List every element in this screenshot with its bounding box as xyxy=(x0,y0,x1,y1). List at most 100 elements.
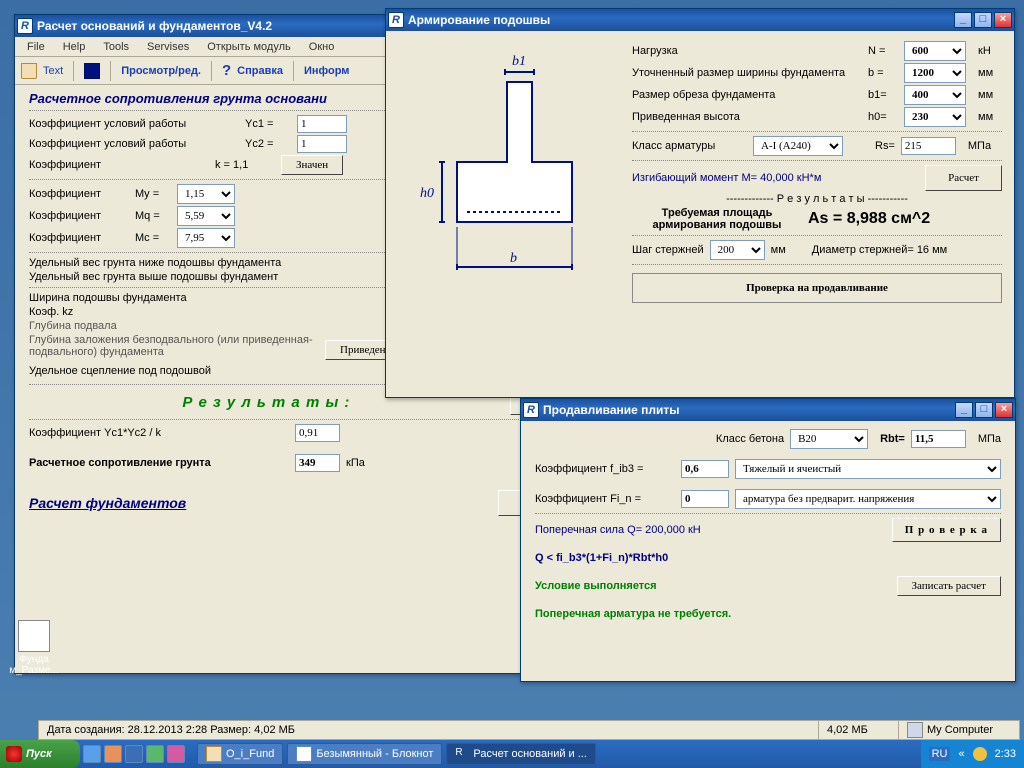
start-button[interactable]: Пуск xyxy=(0,740,80,768)
menu-file[interactable]: File xyxy=(19,39,53,55)
tray-icon[interactable]: « xyxy=(958,748,964,760)
desktop-icon-label[interactable]: Фунда м_Разме... xyxy=(4,620,64,676)
punch-titlebar[interactable]: R Продавливание плиты _ □ × xyxy=(521,399,1015,421)
rs-input[interactable] xyxy=(901,137,956,155)
mc-sym: Mc = xyxy=(135,232,171,244)
moment-label: Изгибающий момент M= 40,000 кН*м xyxy=(632,172,919,184)
clock[interactable]: 2:33 xyxy=(995,748,1016,760)
minimize-button[interactable]: _ xyxy=(955,402,973,418)
start-label: Пуск xyxy=(26,748,52,760)
fin-select[interactable]: арматура без предварит. напряжения xyxy=(735,489,1001,509)
no-reinforcement-label: Поперечная арматура не требуется. xyxy=(535,608,1001,620)
step-select[interactable]: 200 xyxy=(710,240,765,260)
width-label: Ширина подошвы фундамента xyxy=(29,292,187,304)
yc2-input[interactable] xyxy=(297,135,347,153)
menu-servises[interactable]: Servises xyxy=(139,39,197,55)
load-label: Нагрузка xyxy=(632,45,862,57)
foundation-calc-link[interactable]: Расчет фундаментов xyxy=(29,495,186,511)
close-button[interactable]: × xyxy=(994,12,1012,28)
status-size: 4,02 МБ xyxy=(819,721,899,739)
taskbar: Пуск O_i_Fund Безымянный - Блокнот RРасч… xyxy=(0,740,1024,768)
my-sym: My = xyxy=(135,188,171,200)
quicklaunch-icon[interactable] xyxy=(83,745,101,763)
Q-label: Поперечная сила Q= 200,000 кН xyxy=(535,524,886,536)
basement-depth-label: Глубина подвала xyxy=(29,320,117,332)
punch-title: Продавливание плиты xyxy=(543,403,953,417)
menu-help[interactable]: Help xyxy=(55,39,94,55)
menu-window[interactable]: Окно xyxy=(301,39,343,55)
minimize-button[interactable]: _ xyxy=(954,12,972,28)
b1-input[interactable]: 400 xyxy=(904,85,966,105)
b-input[interactable]: 1200 xyxy=(904,63,966,83)
req-area-label2: армирования подошвы xyxy=(632,219,802,231)
gamma-above-label: Удельный вес грунта выше подошвы фундаме… xyxy=(29,271,278,283)
menu-tools[interactable]: Tools xyxy=(95,39,137,55)
svg-text:b: b xyxy=(510,251,517,266)
footing-schematic: b1 h0 b xyxy=(392,37,622,347)
arm-titlebar[interactable]: R Армирование подошвы _ □ × xyxy=(386,9,1014,31)
quicklaunch-icon[interactable] xyxy=(125,745,143,763)
quicklaunch-icon[interactable] xyxy=(104,745,122,763)
task-calc[interactable]: RРасчет оснований и ... xyxy=(446,743,595,765)
text-link[interactable]: Text xyxy=(43,65,63,77)
concrete-class-select[interactable]: B20 xyxy=(790,429,868,449)
fib3-input[interactable] xyxy=(681,460,729,478)
close-button[interactable]: × xyxy=(995,402,1013,418)
rs-sym: Rs= xyxy=(875,140,895,152)
computer-icon xyxy=(907,722,923,738)
k-values-button[interactable]: Значен xyxy=(281,155,343,175)
mq-select[interactable]: 5,59 xyxy=(177,206,235,226)
check-button[interactable]: П р о в е р к а xyxy=(892,518,1001,542)
diameter-label: Диаметр стержней= 16 мм xyxy=(812,244,947,256)
language-indicator[interactable]: RU xyxy=(929,747,951,761)
punching-check-button[interactable]: Проверка на продавливание xyxy=(632,273,1002,303)
folder-icon xyxy=(206,746,222,762)
rbt-sym: Rbt= xyxy=(880,433,905,445)
fib3-label: Коэффициент f_ib3 = xyxy=(535,463,675,475)
yc12k-label: Коэффициент Yc1*Yc2 / k xyxy=(29,427,289,439)
task-notepad[interactable]: Безымянный - Блокнот xyxy=(287,743,442,765)
h0-input[interactable]: 230 xyxy=(904,107,966,127)
fib3-select[interactable]: Тяжелый и ячеистый xyxy=(735,459,1001,479)
load-unit: кН xyxy=(978,45,991,57)
fin-input[interactable] xyxy=(681,490,729,508)
help-qmark-icon[interactable]: ? xyxy=(222,62,231,79)
h0-label: Приведенная высота xyxy=(632,111,862,123)
b-sym: b = xyxy=(868,67,898,79)
yc1-input[interactable] xyxy=(297,115,347,133)
maximize-button[interactable]: □ xyxy=(974,12,992,28)
open-icon[interactable] xyxy=(21,63,37,79)
arm-calc-button[interactable]: Расчет xyxy=(925,165,1002,191)
task-ofund[interactable]: O_i_Fund xyxy=(197,743,283,765)
yc1-sym: Yc1 = xyxy=(245,118,291,130)
fin-label: Коэффициент Fi_n = xyxy=(535,493,675,505)
as-value: As = 8,988 см^2 xyxy=(808,210,930,228)
mc-label: Коэффициент xyxy=(29,232,129,244)
quicklaunch-icon[interactable] xyxy=(146,745,164,763)
punching-window: R Продавливание плиты _ □ × Класс бетона… xyxy=(520,398,1016,682)
app-icon: R xyxy=(523,402,539,418)
b-label: Уточненный размер ширины фундамента xyxy=(632,67,862,79)
concrete-class-label: Класс бетона xyxy=(535,433,784,445)
maximize-button[interactable]: □ xyxy=(975,402,993,418)
load-input[interactable]: 600 xyxy=(904,41,966,61)
depth-label: Глубина заложения безподвального (или пр… xyxy=(29,334,319,358)
menu-open-module[interactable]: Открыть модуль xyxy=(199,39,299,55)
rbt-input[interactable] xyxy=(911,430,966,448)
rs-unit: МПа xyxy=(968,140,991,152)
rebar-class-select[interactable]: A-I (A240) xyxy=(753,136,843,156)
mc-select[interactable]: 7,95 xyxy=(177,228,235,248)
my-select[interactable]: 1,15 xyxy=(177,184,235,204)
help-link[interactable]: Справка xyxy=(237,65,283,77)
h0-unit: мм xyxy=(978,111,993,123)
tray-volume-icon[interactable] xyxy=(973,747,987,761)
info-link[interactable]: Информ xyxy=(304,65,349,77)
preview-link[interactable]: Просмотр/ред. xyxy=(121,65,201,77)
R-unit: кПа xyxy=(346,457,365,469)
quicklaunch-icon[interactable] xyxy=(167,745,185,763)
system-tray: RU « 2:33 xyxy=(921,740,1024,768)
rbt-unit: МПа xyxy=(978,433,1001,445)
save-icon[interactable] xyxy=(84,63,100,79)
save-calc-button[interactable]: Записать расчет xyxy=(897,576,1001,596)
rebar-class-label: Класс арматуры xyxy=(632,140,747,152)
